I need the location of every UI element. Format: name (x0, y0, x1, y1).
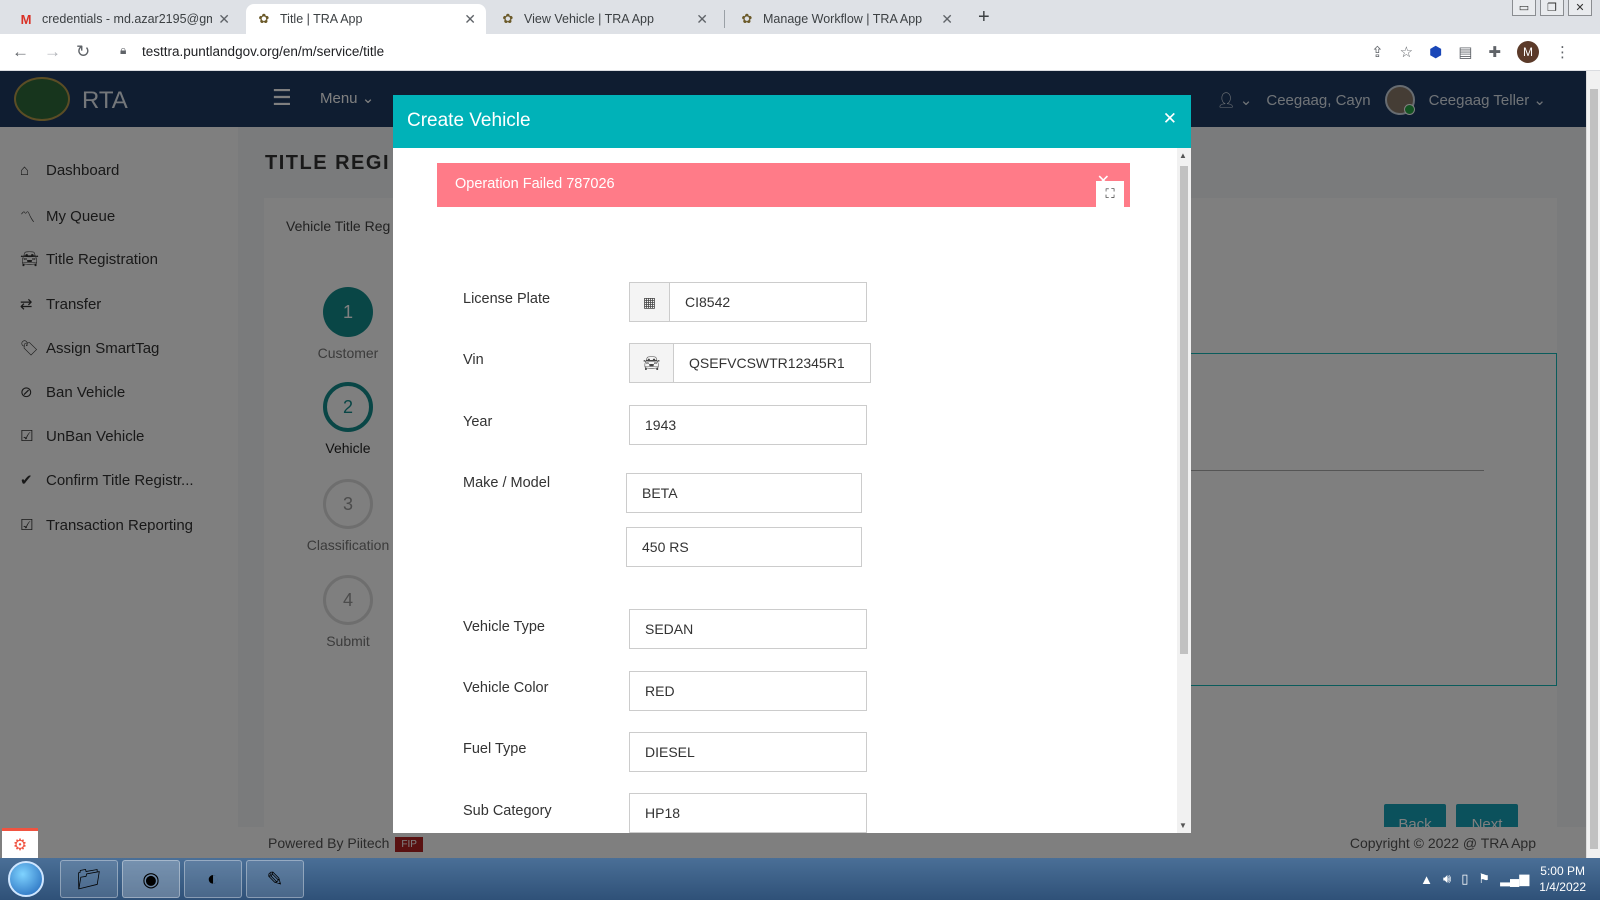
sub-category-input[interactable] (629, 793, 867, 833)
scroll-down-icon[interactable]: ▼ (1179, 821, 1187, 830)
restore-icon[interactable]: ❐ (1540, 0, 1564, 16)
forward-arrow-icon[interactable]: → (44, 42, 61, 62)
vin-input[interactable] (674, 344, 870, 382)
gmail-icon: M (20, 11, 32, 27)
clock-date: 1/4/2022 (1539, 880, 1586, 894)
year-label: Year (463, 414, 493, 430)
back-arrow-icon[interactable]: ← (12, 42, 29, 62)
file-explorer-icon[interactable]: 📁︎ (60, 860, 118, 898)
vehicle-color-label: Vehicle Color (463, 680, 549, 696)
volume-icon[interactable]: 🔊︎ (1443, 871, 1451, 887)
reload-icon[interactable]: ↻ (76, 42, 90, 62)
tray-arrow-icon[interactable]: ▲ (1420, 872, 1433, 887)
close-tab-icon[interactable]: ✕ (941, 11, 953, 28)
windows-taskbar: 📁︎ ◉ ◐ ✎ ▲ 🔊︎ ▯ ⚑ ▂▄▆ 5:00 PM 1/4/2022 (0, 858, 1600, 900)
new-tab-icon[interactable]: + (978, 6, 990, 29)
extension-shield-icon[interactable]: ⬢ (1429, 43, 1442, 61)
address-bar: ← → ↻ 🔒︎ testtra.puntlandgov.org/en/m/se… (0, 34, 1600, 71)
tab-title: credentials - md.azar2195@gmai (42, 12, 213, 26)
network-icon[interactable]: ▂▄▆ (1500, 871, 1529, 887)
close-tab-icon[interactable]: ✕ (218, 11, 230, 28)
window-controls: ▭ ❐ ✕ (1512, 0, 1592, 16)
tab-title: View Vehicle | TRA App (524, 12, 654, 26)
edge-icon[interactable]: ◐ (184, 860, 242, 898)
vin-group: 🚘︎ (629, 343, 871, 383)
profile-avatar[interactable]: M (1517, 41, 1539, 63)
tab-title: Title | TRA App (280, 12, 363, 26)
app-viewport: RTA ☰ Menu ⌄ 👤︎ ⌄ Ceegaag, Cayn Ceegaag … (0, 71, 1586, 858)
kebab-menu-icon[interactable]: ⋮ (1555, 43, 1570, 61)
vehicle-color-input[interactable] (629, 671, 867, 711)
battery-icon[interactable]: ▯ (1461, 871, 1468, 887)
modal-header: Create Vehicle ✕ (393, 95, 1191, 148)
scroll-thumb[interactable] (1180, 166, 1188, 654)
make-input[interactable] (626, 473, 862, 513)
license-plate-label: License Plate (463, 291, 551, 307)
fuel-type-input[interactable] (629, 732, 867, 772)
modal-body: Operation Failed 787026 ✕ ⛶ License Plat… (393, 148, 1177, 833)
page-scrollbar[interactable] (1586, 71, 1600, 858)
flag-icon[interactable]: ⚑ (1478, 871, 1490, 887)
url-field[interactable]: testtra.puntlandgov.org/en/m/service/tit… (142, 44, 384, 59)
tab-title: Manage Workflow | TRA App (763, 12, 923, 26)
tab-gmail[interactable]: M credentials - md.azar2195@gmai ✕ (8, 4, 240, 34)
error-alert: Operation Failed 787026 ✕ ⛶ (437, 163, 1130, 207)
tab-title-app[interactable]: ✿ Title | TRA App ✕ (246, 4, 486, 34)
make-model-label: Make / Model (463, 475, 551, 491)
debugbar-icon[interactable]: ⚙ (2, 828, 38, 858)
puzzle-icon[interactable]: ✚ (1488, 43, 1501, 61)
clock-time: 5:00 PM (1540, 864, 1585, 878)
license-plate-input[interactable] (670, 283, 866, 321)
share-icon[interactable]: ⇪ (1371, 43, 1384, 61)
tab-manage-workflow[interactable]: ✿ Manage Workflow | TRA App ✕ (729, 4, 963, 34)
modal-title: Create Vehicle (407, 110, 531, 131)
tab-view-vehicle[interactable]: ✿ View Vehicle | TRA App ✕ (490, 4, 718, 34)
clock[interactable]: 5:00 PM 1/4/2022 (1539, 863, 1586, 895)
close-tab-icon[interactable]: ✕ (696, 11, 708, 28)
fuel-type-label: Fuel Type (463, 741, 527, 757)
seal-icon: ✿ (258, 11, 270, 26)
vehicle-type-input[interactable] (629, 609, 867, 649)
create-vehicle-modal: Create Vehicle ✕ Operation Failed 787026… (393, 95, 1191, 833)
building-icon: ▦ (630, 283, 670, 321)
minimize-icon[interactable]: ▭ (1512, 0, 1536, 16)
close-tab-icon[interactable]: ✕ (464, 11, 476, 28)
vehicle-type-label: Vehicle Type (463, 619, 545, 635)
scroll-up-icon[interactable]: ▲ (1179, 151, 1187, 160)
start-button[interactable] (8, 861, 44, 897)
tab-separator (724, 10, 725, 28)
year-input[interactable] (629, 405, 867, 445)
seal-icon: ✿ (741, 11, 753, 26)
chrome-icon[interactable]: ◉ (122, 860, 180, 898)
vin-label: Vin (463, 352, 484, 368)
close-icon[interactable]: ✕ (1163, 109, 1177, 129)
fullscreen-icon[interactable]: ⛶ (1096, 181, 1124, 207)
sub-category-label: Sub Category (463, 803, 552, 819)
system-tray: ▲ 🔊︎ ▯ ⚑ ▂▄▆ 5:00 PM 1/4/2022 (1420, 858, 1600, 900)
modal-scrollbar[interactable]: ▲ ▼ (1177, 148, 1191, 833)
car-icon: 🚘︎ (630, 344, 674, 382)
close-window-icon[interactable]: ✕ (1568, 0, 1592, 16)
clipboard-icon[interactable]: ▤ (1458, 43, 1472, 61)
scroll-thumb[interactable] (1590, 89, 1598, 849)
license-plate-group: ▦ (629, 282, 867, 322)
seal-icon: ✿ (502, 11, 514, 26)
alert-message: Operation Failed 787026 (455, 176, 615, 192)
lock-icon: 🔒︎ (120, 43, 127, 57)
model-input[interactable] (626, 527, 862, 567)
browser-tab-strip: M credentials - md.azar2195@gmai ✕ ✿ Tit… (0, 0, 1600, 34)
notepad-icon[interactable]: ✎ (246, 860, 304, 898)
star-icon[interactable]: ☆ (1400, 43, 1413, 61)
